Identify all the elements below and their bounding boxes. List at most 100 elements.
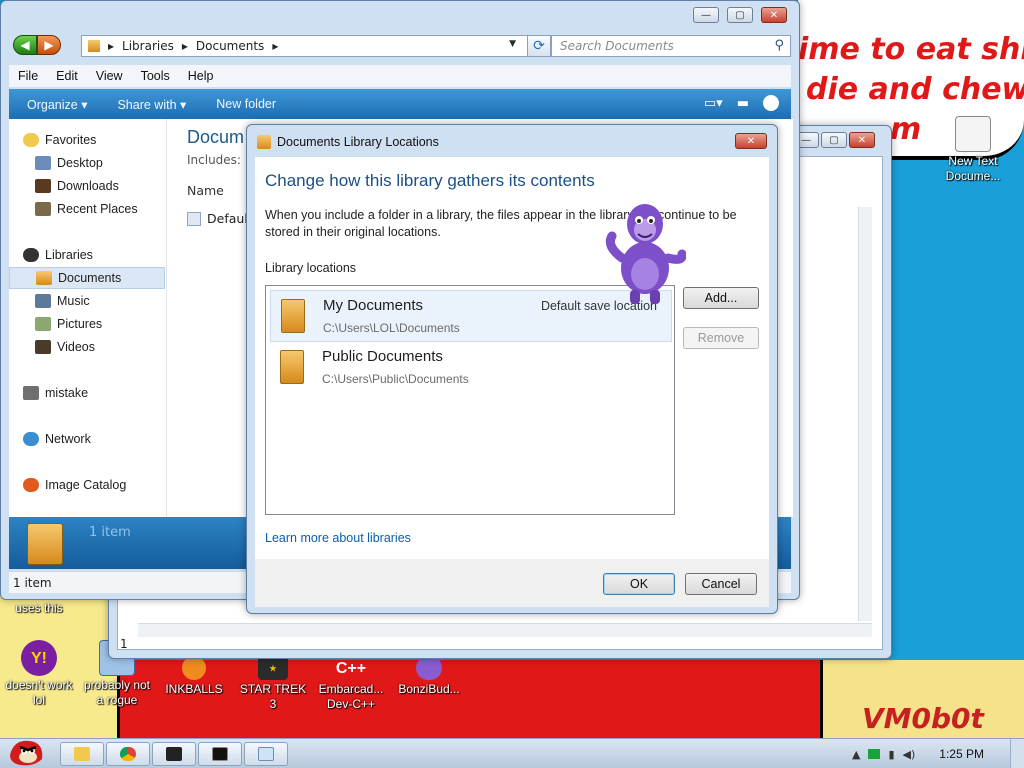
banner-line-1: ime to eat shit (798, 32, 1024, 67)
desktop-icon-new-text-document[interactable]: New Text Docume... (936, 116, 1010, 184)
add-button[interactable]: Add... (683, 287, 759, 309)
nav-libraries[interactable]: Libraries (23, 244, 179, 266)
network-tray-icon[interactable]: ▮ (888, 748, 894, 761)
ok-button[interactable]: OK (603, 573, 675, 595)
organize-button[interactable]: Organize ▾ (27, 97, 87, 112)
chrome-icon (120, 747, 136, 761)
taskbar-explorer[interactable] (60, 742, 104, 766)
menu-edit[interactable]: Edit (47, 69, 87, 83)
desktop-icon-label: Embarcad... Dev-C++ (318, 682, 384, 711)
menu-file[interactable]: File (9, 69, 47, 83)
forward-button[interactable]: ▶ (37, 35, 61, 55)
address-bar[interactable]: ▸ Libraries ▸ Documents ▸ ▼ (81, 35, 529, 57)
desktop-icon-label: INKBALLS (165, 682, 223, 696)
cmd-icon (212, 747, 228, 761)
chevron-right-icon: ▸ (181, 39, 188, 53)
dialog-body: Change how this library gathers its cont… (255, 157, 769, 559)
nav-label: Recent Places (57, 202, 138, 216)
start-button[interactable] (4, 733, 48, 768)
desktop-icon-label: doesn't work lol (5, 678, 73, 707)
breadcrumb-documents[interactable]: Documents (196, 39, 264, 53)
library-icon (88, 40, 100, 52)
close-button[interactable]: ✕ (761, 7, 787, 23)
desktop-icon-yahoo[interactable]: Y! doesn't work lol (2, 640, 76, 708)
nav-mistake[interactable]: mistake (23, 382, 179, 404)
new-folder-button[interactable]: New folder (216, 97, 276, 111)
desktop-icon-bonzi[interactable]: BonziBud... (392, 656, 466, 697)
desktop-icon-label: probably not a rogue (83, 678, 151, 707)
folder-icon (280, 350, 304, 384)
learn-more-link[interactable]: Learn more about libraries (265, 531, 411, 545)
close-button[interactable]: ✕ (735, 133, 767, 149)
7zip-icon (166, 747, 182, 761)
desktop-icon-uses-this[interactable]: uses this (2, 601, 76, 616)
maximize-button[interactable]: ▢ (821, 132, 847, 148)
desktop-icon-star-trek[interactable]: ★ STAR TREK 3 (236, 656, 310, 712)
chevron-down-icon[interactable]: ▼ (509, 39, 516, 49)
close-button[interactable]: ✕ (849, 132, 875, 148)
inkball-icon (182, 656, 206, 680)
desktop-icon-label: New Text Docume... (945, 154, 1001, 183)
location-name: My Documents (323, 297, 424, 314)
nav-label: Documents (58, 271, 122, 285)
nav-favorites[interactable]: Favorites (23, 129, 179, 151)
breadcrumb-libraries[interactable]: Libraries (122, 39, 174, 53)
nav-label: Favorites (45, 133, 97, 147)
dialog-footer: OK Cancel (255, 559, 769, 607)
folder-icon (281, 299, 305, 333)
text-document-icon (955, 116, 991, 152)
nav-buttons: ◀ ▶ (13, 35, 63, 55)
desktop-icon-dev-cpp[interactable]: C++ Embarcad... Dev-C++ (314, 656, 388, 712)
list-item[interactable]: Public Documents C:\Users\Public\Documen… (270, 342, 672, 394)
cancel-button[interactable]: Cancel (685, 573, 757, 595)
taskbar-notepad[interactable] (244, 742, 288, 766)
nav-documents[interactable]: Documents (9, 267, 165, 289)
refresh-button[interactable]: ⟳ (527, 35, 551, 57)
help-icon[interactable]: ? (763, 95, 779, 111)
menu-view[interactable]: View (87, 69, 132, 83)
list-item[interactable]: Default (187, 211, 253, 226)
taskbar-cmd[interactable] (198, 742, 242, 766)
search-icon[interactable]: ⚲ (774, 38, 784, 53)
homegroup-icon (23, 386, 39, 400)
chevron-right-icon: ▸ (272, 39, 279, 53)
share-with-button[interactable]: Share with ▾ (117, 97, 186, 112)
nav-image-catalog[interactable]: Image Catalog (23, 474, 179, 496)
documents-library-icon (27, 523, 63, 565)
show-hidden-icons-icon[interactable]: ▲ (852, 748, 860, 761)
remove-button[interactable]: Remove (683, 327, 759, 349)
bonzi-buddy-character[interactable] (604, 196, 687, 308)
notepad-icon (258, 747, 274, 761)
menu-tools[interactable]: Tools (132, 69, 179, 83)
battery-icon[interactable] (868, 749, 881, 759)
view-controls: ▭▾ ▬ ? (690, 95, 779, 111)
horizontal-scrollbar[interactable] (138, 623, 872, 637)
desktop-icon-inkballs[interactable]: INKBALLS (157, 656, 231, 697)
desktop-icon-label: BonziBud... (398, 682, 460, 696)
minimize-button[interactable]: — (693, 7, 719, 23)
back-button[interactable]: ◀ (13, 35, 37, 55)
taskbar-chrome[interactable] (106, 742, 150, 766)
show-desktop-button[interactable] (1010, 739, 1024, 768)
library-includes[interactable]: Includes: (187, 153, 241, 167)
nav-label: Libraries (45, 248, 93, 262)
search-placeholder: Search Documents (560, 39, 674, 53)
column-header-name[interactable]: Name (187, 183, 224, 198)
dev-cpp-icon: C++ (335, 659, 367, 677)
maximize-button[interactable]: ▢ (727, 7, 753, 23)
yahoo-messenger-icon: Y! (21, 640, 57, 676)
nav-network[interactable]: Network (23, 428, 179, 450)
library-locations-list[interactable]: My Documents C:\Users\LOL\Documents Defa… (265, 285, 675, 515)
nav-label: Pictures (57, 317, 103, 331)
clock[interactable]: 1:25 PM (939, 747, 984, 761)
vertical-scrollbar[interactable] (858, 207, 872, 621)
volume-icon[interactable]: ◀) (903, 748, 916, 761)
library-locations-dialog[interactable]: Documents Library Locations ✕ Change how… (246, 124, 778, 614)
recent-places-icon (35, 202, 51, 216)
search-input[interactable]: Search Documents ⚲ (551, 35, 791, 57)
preview-pane-icon[interactable]: ▬ (737, 96, 749, 111)
menu-help[interactable]: Help (179, 69, 223, 83)
back-window-marker: 1 (120, 637, 128, 651)
change-view-icon[interactable]: ▭▾ (704, 96, 723, 111)
taskbar-7zip[interactable] (152, 742, 196, 766)
